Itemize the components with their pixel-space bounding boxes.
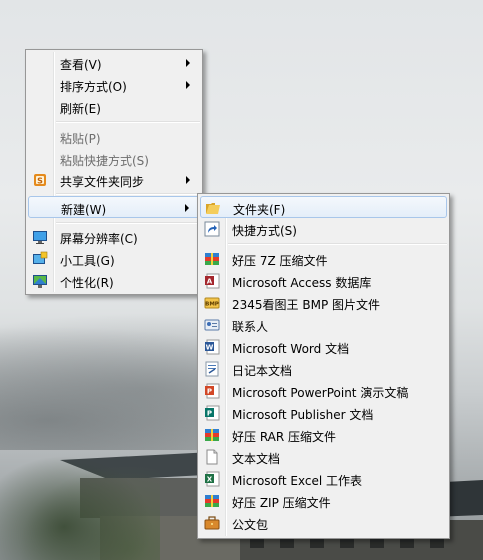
journal-icon: [204, 361, 220, 377]
haozip-7z-icon: [204, 251, 220, 267]
wallpaper-tree: [0, 450, 160, 560]
menu-item-label: Microsoft Excel 工作表: [232, 474, 363, 488]
menu-separator: [56, 222, 200, 224]
svg-text:X: X: [207, 476, 213, 484]
submenu-arrow-icon: [185, 204, 189, 212]
svg-text:S: S: [37, 177, 43, 186]
menu-item-label: 排序方式(O): [60, 80, 127, 94]
excel-icon: X: [204, 471, 220, 487]
powerpoint-icon: P: [204, 383, 220, 399]
new-item-contact[interactable]: 联系人: [200, 314, 447, 336]
text-document-icon: [204, 449, 220, 465]
publisher-icon: P: [204, 405, 220, 421]
menu-separator: [56, 121, 200, 123]
desktop-context-menu: 查看(V) 排序方式(O) 刷新(E) 粘贴(P) 粘贴快捷方式(S) S 共享…: [25, 49, 203, 295]
menu-item-view[interactable]: 查看(V): [28, 52, 200, 74]
new-submenu: 文件夹(F) 快捷方式(S) 好压 7Z 压缩文件 A Microsoft Ac…: [197, 193, 450, 539]
svg-text:BMP: BMP: [205, 302, 219, 308]
svg-text:A: A: [207, 278, 213, 286]
new-item-journal[interactable]: 日记本文档: [200, 358, 447, 380]
menu-item-label: 好压 RAR 压缩文件: [232, 430, 337, 444]
briefcase-icon: [204, 515, 220, 531]
menu-item-sort-by[interactable]: 排序方式(O): [28, 74, 200, 96]
new-item-excel[interactable]: X Microsoft Excel 工作表: [200, 468, 447, 490]
new-item-briefcase[interactable]: 公文包: [200, 512, 447, 534]
menu-item-personalize[interactable]: 个性化(R): [28, 270, 200, 292]
haozip-zip-icon: [204, 493, 220, 509]
submenu-arrow-icon: [186, 81, 190, 89]
menu-separator: [228, 243, 447, 245]
menu-item-share-folder-sync[interactable]: S 共享文件夹同步: [28, 169, 200, 191]
new-item-haozip-zip[interactable]: 好压 ZIP 压缩文件: [200, 490, 447, 512]
gadgets-icon: [32, 251, 48, 267]
menu-item-label: 好压 7Z 压缩文件: [232, 254, 328, 268]
menu-item-label: 个性化(R): [60, 276, 114, 290]
menu-item-refresh[interactable]: 刷新(E): [28, 96, 200, 118]
menu-item-screen-resolution[interactable]: 屏幕分辨率(C): [28, 226, 200, 248]
haozip-rar-icon: [204, 427, 220, 443]
menu-item-label: 刷新(E): [60, 102, 101, 116]
folder-icon: [205, 200, 221, 216]
screen-resolution-icon: [32, 229, 48, 245]
access-icon: A: [204, 273, 220, 289]
new-item-word[interactable]: W Microsoft Word 文档: [200, 336, 447, 358]
new-item-folder[interactable]: 文件夹(F): [200, 196, 447, 218]
menu-item-label: 公文包: [232, 518, 269, 532]
menu-item-label: Microsoft Access 数据库: [232, 276, 372, 290]
menu-item-label: 好压 ZIP 压缩文件: [232, 496, 331, 510]
menu-item-label: 快捷方式(S): [232, 224, 297, 238]
menu-item-label: 查看(V): [60, 58, 102, 72]
svg-text:W: W: [206, 344, 214, 352]
svg-text:P: P: [207, 388, 212, 396]
menu-separator: [56, 193, 200, 195]
menu-item-label: 粘贴快捷方式(S): [60, 154, 149, 168]
new-item-text-document[interactable]: 文本文档: [200, 446, 447, 468]
shortcut-icon: [204, 221, 220, 237]
new-item-haozip-7z[interactable]: 好压 7Z 压缩文件: [200, 248, 447, 270]
menu-item-label: 文件夹(F): [233, 203, 286, 217]
menu-item-label: 共享文件夹同步: [60, 175, 145, 189]
menu-item-label: Microsoft Publisher 文档: [232, 408, 374, 422]
menu-item-label: 文本文档: [232, 452, 281, 466]
menu-item-paste[interactable]: 粘贴(P): [28, 126, 200, 148]
share-sync-icon: S: [32, 172, 48, 188]
new-item-bmp[interactable]: BMP 2345看图王 BMP 图片文件: [200, 292, 447, 314]
menu-item-label: 粘贴(P): [60, 132, 101, 146]
personalize-icon: [32, 273, 48, 289]
new-item-access[interactable]: A Microsoft Access 数据库: [200, 270, 447, 292]
menu-item-label: 2345看图王 BMP 图片文件: [232, 298, 380, 312]
submenu-arrow-icon: [186, 176, 190, 184]
contact-icon: [204, 317, 220, 333]
new-item-haozip-rar[interactable]: 好压 RAR 压缩文件: [200, 424, 447, 446]
menu-item-label: Microsoft Word 文档: [232, 342, 350, 356]
menu-item-label: 日记本文档: [232, 364, 293, 378]
menu-item-gadgets[interactable]: 小工具(G): [28, 248, 200, 270]
menu-item-label: 小工具(G): [60, 254, 115, 268]
new-item-powerpoint[interactable]: P Microsoft PowerPoint 演示文稿: [200, 380, 447, 402]
svg-text:P: P: [207, 410, 212, 418]
menu-item-paste-shortcut[interactable]: 粘贴快捷方式(S): [28, 148, 200, 170]
menu-item-label: 新建(W): [61, 203, 107, 217]
menu-item-label: 屏幕分辨率(C): [60, 232, 138, 246]
new-item-shortcut[interactable]: 快捷方式(S): [200, 218, 447, 240]
submenu-arrow-icon: [186, 59, 190, 67]
menu-item-new[interactable]: 新建(W): [28, 196, 200, 218]
menu-item-label: 联系人: [232, 320, 269, 334]
new-item-publisher[interactable]: P Microsoft Publisher 文档: [200, 402, 447, 424]
menu-item-label: Microsoft PowerPoint 演示文稿: [232, 386, 409, 400]
bmp-icon: BMP: [204, 295, 220, 311]
word-icon: W: [204, 339, 220, 355]
